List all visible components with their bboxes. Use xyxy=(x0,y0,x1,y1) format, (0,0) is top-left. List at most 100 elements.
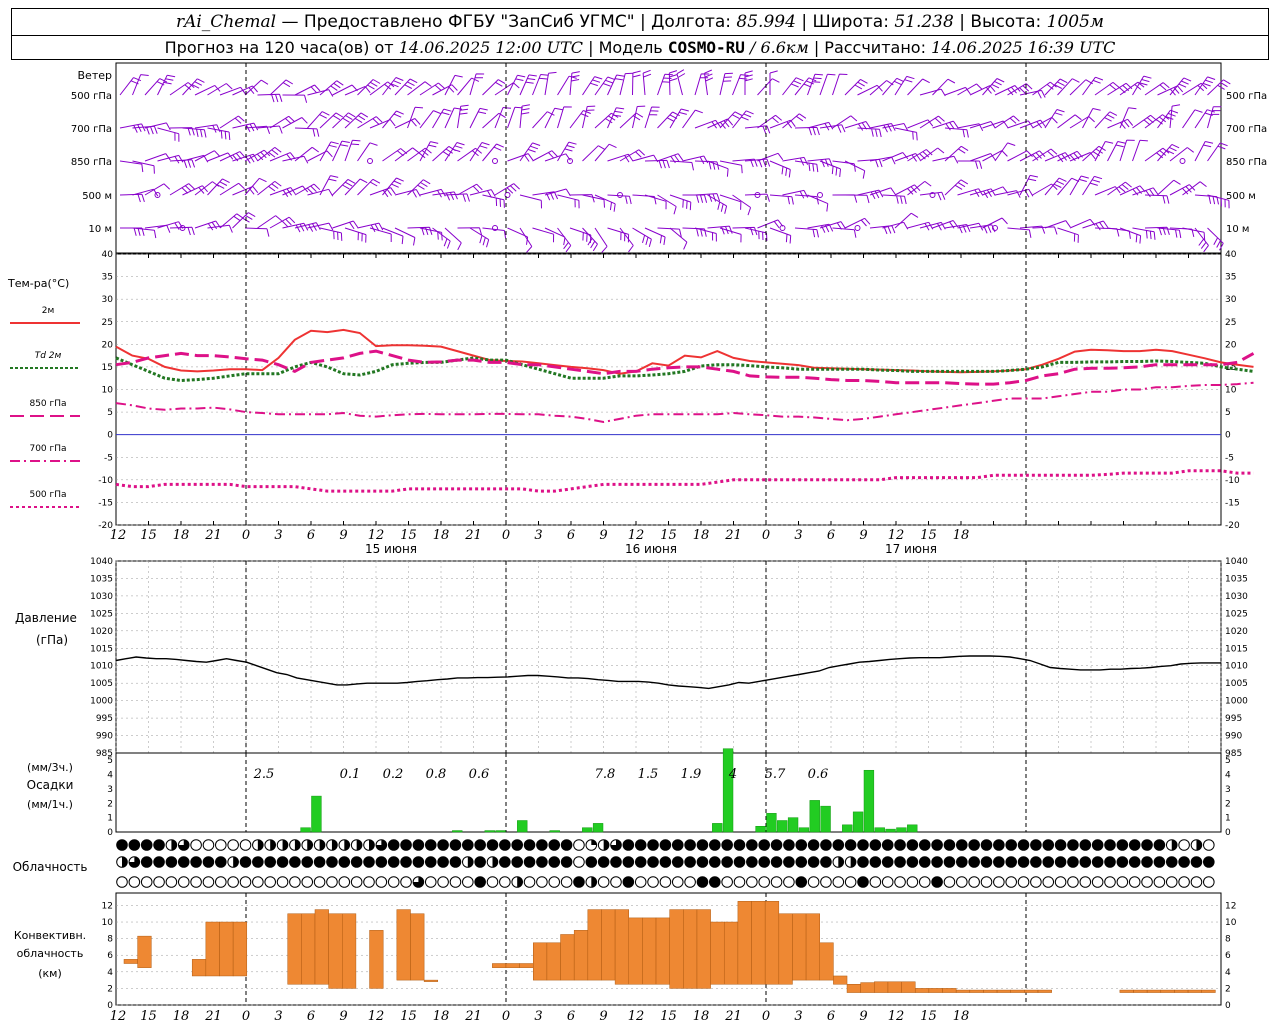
cloud-cover-fill xyxy=(610,856,622,868)
wind-barb xyxy=(119,193,145,203)
temp-tick-label: 40 xyxy=(102,250,114,260)
cloud-cover-fill xyxy=(153,839,165,851)
wind-level-label-left: 500 м xyxy=(82,191,112,202)
convective-bar xyxy=(928,988,943,993)
wind-barb xyxy=(319,112,344,129)
pressure-tick-label-right: 1000 xyxy=(1225,697,1248,707)
temp-tick-label-right: -20 xyxy=(1225,521,1240,531)
convective-x-label: 0 xyxy=(242,1009,250,1024)
wind-barb xyxy=(757,219,784,229)
wind-barb xyxy=(532,150,558,162)
convective-unit: (км) xyxy=(38,967,62,980)
precip-total-label: 1.5 xyxy=(638,767,659,782)
cloud-cover-symbol xyxy=(573,856,585,868)
wind-barb xyxy=(1132,139,1148,162)
cloud-cover-fill xyxy=(474,839,486,851)
cloud-cover-symbol xyxy=(264,876,277,888)
wind-barb xyxy=(594,76,616,96)
wind-barb xyxy=(794,126,820,136)
cloud-cover-fill xyxy=(857,876,869,888)
wind-barb xyxy=(157,127,180,142)
wind-barb xyxy=(144,224,171,233)
wind-barb xyxy=(1069,79,1093,96)
wind-barb xyxy=(719,72,733,96)
temp-x-label: 6 xyxy=(567,528,575,543)
cloud-cover-fill xyxy=(129,839,140,851)
precip-bar xyxy=(484,830,495,833)
temp-tick-label: 35 xyxy=(102,273,113,283)
cloud-cover-symbol xyxy=(536,876,548,888)
cloud-cover-fill xyxy=(647,839,659,851)
cloud-cover-fill xyxy=(919,856,931,868)
cloud-cover-fill xyxy=(1196,839,1202,851)
temp-tick-label-right: 20 xyxy=(1225,340,1237,350)
precip-bar xyxy=(592,823,604,833)
cloud-cover-fill xyxy=(1154,839,1165,851)
cloud-cover-fill xyxy=(425,839,437,851)
convective-tick-label: 10 xyxy=(102,918,114,928)
cloud-cover-symbol xyxy=(202,876,215,888)
convective-bar xyxy=(219,921,234,977)
wind-barb xyxy=(832,194,858,203)
wind-barb xyxy=(769,160,791,178)
temp-tick-label-right: 25 xyxy=(1225,318,1236,328)
precip-total-label: 2.5 xyxy=(253,767,275,782)
wind-barb xyxy=(282,94,308,103)
wind-barb xyxy=(669,160,694,171)
cloud-cover-symbol xyxy=(252,876,264,888)
cloud-cover-fill xyxy=(783,856,795,868)
convective-bar xyxy=(560,934,575,981)
wind-barb xyxy=(582,105,596,129)
convective-tick-label-right: 8 xyxy=(1225,935,1231,945)
cloud-cover-fill xyxy=(931,856,943,868)
cloud-cover-symbol xyxy=(671,876,684,888)
wind-barb xyxy=(1057,78,1080,96)
cloud-cover-symbol xyxy=(573,839,585,851)
cloud-cover-fill xyxy=(326,856,338,868)
precip-total-label: 0.6 xyxy=(808,767,829,782)
wind-barb xyxy=(194,84,221,96)
wind-level-label-right: 500 гПа xyxy=(1226,91,1267,102)
cloud-cover-fill xyxy=(1018,856,1029,868)
convective-bar xyxy=(833,975,848,985)
convective-bar xyxy=(723,921,739,985)
precip-bar xyxy=(311,795,322,833)
wind-barb xyxy=(144,78,168,96)
temp-tick-label-right: 30 xyxy=(1225,295,1237,305)
cloud-cover-fill xyxy=(524,839,535,851)
precip-bar xyxy=(452,830,463,833)
cloud-cover-fill xyxy=(771,839,782,851)
wind-barb xyxy=(1194,141,1214,162)
wind-barb xyxy=(319,141,339,162)
wind-barb xyxy=(682,109,703,129)
wind-barb xyxy=(457,183,483,196)
temp-x-label: 12 xyxy=(888,528,905,543)
cloud-cover-fill xyxy=(758,856,770,868)
cloud-cover-fill xyxy=(1055,839,1066,851)
convective-tick-label: 12 xyxy=(102,901,113,911)
wind-barb xyxy=(357,142,378,162)
wind-barb xyxy=(294,84,321,96)
cloud-cover-symbol xyxy=(239,839,252,851)
convective-x-label: 15 xyxy=(400,1009,417,1024)
wind-barb xyxy=(457,147,483,162)
convective-x-label: 0 xyxy=(762,1009,770,1024)
cloud-cover-fill xyxy=(1166,856,1178,868)
wind-level-label-left: 10 м xyxy=(89,224,112,235)
wind-barb xyxy=(894,184,921,196)
pressure-tick-label: 990 xyxy=(96,732,113,742)
precip-tick-label: 3 xyxy=(107,785,113,795)
temp-legend-label: 700 гПа xyxy=(29,444,66,454)
wind-barb xyxy=(832,115,858,129)
temp-tick-label-right: -5 xyxy=(1225,453,1234,463)
cloud-cover-fill xyxy=(1178,856,1190,868)
cloud-cover-fill xyxy=(684,839,696,851)
precip-tick-label: 5 xyxy=(107,756,113,766)
temp-x-label: 9 xyxy=(339,528,347,543)
wind-barb xyxy=(869,80,894,96)
cloud-cover-fill xyxy=(524,856,535,868)
cloud-cover-fill xyxy=(944,856,955,868)
convective-bar xyxy=(710,921,725,985)
cloud-cover-fill xyxy=(1117,839,1128,851)
convective-bar xyxy=(1024,989,1039,993)
